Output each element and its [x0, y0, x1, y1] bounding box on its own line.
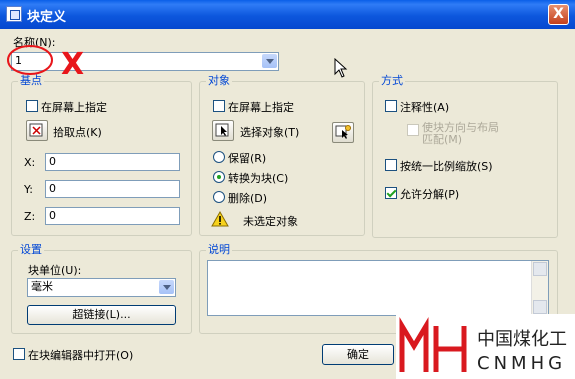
z-label: Z:	[24, 210, 36, 223]
chevron-down-icon[interactable]	[159, 280, 174, 294]
watermark: 中国煤化工 CNMHG	[396, 314, 575, 379]
open-in-editor-label: 在块编辑器中打开(O)	[28, 349, 134, 362]
allow-exploding-checkbox[interactable]	[385, 187, 397, 199]
annotation-red-circle	[7, 45, 53, 75]
basepoint-specify-label: 在屏幕上指定	[41, 101, 107, 114]
basepoint-specify-checkbox[interactable]	[26, 100, 38, 112]
close-button[interactable]: X	[548, 4, 569, 25]
objects-group-label: 对象	[206, 74, 232, 87]
app-icon	[6, 6, 22, 22]
annotation-overlay: X	[7, 45, 84, 77]
ok-button[interactable]: 确定	[322, 344, 394, 365]
scroll-up-icon[interactable]	[533, 262, 547, 276]
watermark-company-cn: 中国煤化工	[477, 329, 567, 350]
basepoint-group-label: 基点	[18, 74, 44, 87]
x-input[interactable]: 0	[45, 153, 180, 171]
description-scrollbar[interactable]	[531, 261, 548, 315]
chevron-down-icon[interactable]	[262, 54, 277, 68]
convert-to-block-label: 转换为块(C)	[228, 172, 289, 185]
title-bar[interactable]: 块定义 X	[0, 0, 575, 29]
scale-uniformly-label: 按统一比例缩放(S)	[400, 160, 493, 173]
scroll-down-icon[interactable]	[533, 300, 547, 314]
block-unit-select[interactable]: 毫米	[27, 278, 176, 297]
retain-radio[interactable]	[213, 151, 225, 163]
z-input[interactable]: 0	[45, 207, 180, 225]
x-label: X:	[24, 156, 36, 169]
pick-point-button[interactable]	[26, 120, 48, 141]
watermark-logo: 中国煤化工 CNMHG	[399, 316, 567, 374]
description-group-label: 说明	[206, 243, 232, 256]
scale-uniformly-checkbox[interactable]	[385, 159, 397, 171]
pick-point-label: 拾取点(K)	[53, 126, 102, 139]
objects-specify-label: 在屏幕上指定	[228, 101, 294, 114]
behavior-group-label: 方式	[379, 74, 405, 87]
select-objects-icon	[215, 123, 229, 137]
pick-point-icon	[29, 123, 43, 137]
delete-radio[interactable]	[213, 191, 225, 203]
hyperlink-button[interactable]: 超链接(L)...	[27, 305, 176, 325]
mouse-cursor-icon	[334, 58, 348, 78]
window-title: 块定义	[27, 10, 67, 25]
block-unit-label: 块单位(U):	[28, 264, 82, 277]
retain-label: 保留(R)	[228, 152, 267, 165]
settings-group-label: 设置	[18, 243, 44, 256]
warning-icon	[211, 211, 229, 227]
quick-select-button[interactable]	[332, 122, 354, 143]
select-objects-label: 选择对象(T)	[240, 126, 300, 139]
block-unit-value: 毫米	[31, 280, 53, 293]
quick-select-icon	[335, 125, 351, 139]
objects-specify-checkbox[interactable]	[213, 100, 225, 112]
open-in-editor-checkbox[interactable]	[13, 348, 25, 360]
match-orientation-label-2: 匹配(M)	[422, 133, 463, 146]
select-objects-button[interactable]	[212, 120, 234, 141]
y-label: Y:	[24, 183, 33, 196]
annotative-label: 注释性(A)	[400, 101, 450, 114]
annotation-red-x: X	[61, 47, 84, 77]
delete-label: 删除(D)	[228, 192, 268, 205]
annotative-checkbox[interactable]	[385, 100, 397, 112]
watermark-company-en: CNMHG	[477, 353, 566, 374]
block-definition-dialog: 块定义 X 名称(N): 1 X 基点 在屏幕上指定 拾取点(K) X: 0 Y…	[0, 0, 575, 379]
match-orientation-checkbox[interactable]	[407, 124, 419, 136]
warning-text: 未选定对象	[243, 215, 298, 228]
description-textarea[interactable]	[207, 260, 549, 316]
mh-logo-mark	[399, 316, 467, 372]
allow-exploding-label: 允许分解(P)	[400, 188, 460, 201]
convert-to-block-radio[interactable]	[213, 171, 225, 183]
y-input[interactable]: 0	[45, 180, 180, 198]
